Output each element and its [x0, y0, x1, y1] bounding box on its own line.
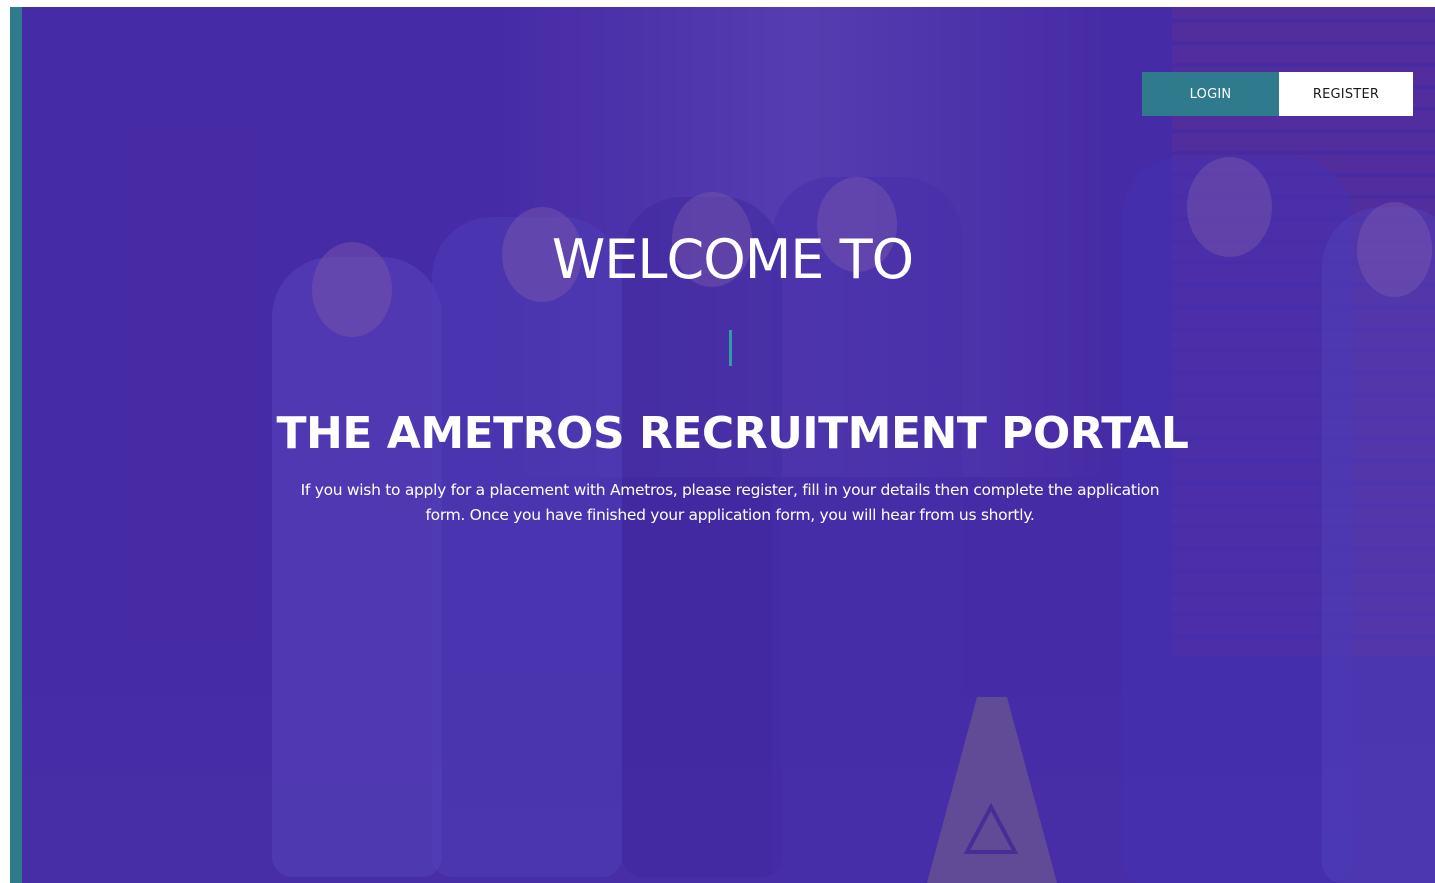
decorative-divider [729, 330, 732, 366]
page: LOGIN REGISTER WELCOME TO THE AMETROS RE… [0, 0, 1435, 883]
login-button[interactable]: LOGIN [1142, 72, 1279, 116]
page-title: THE AMETROS RECRUITMENT PORTAL [276, 408, 1189, 459]
register-button[interactable]: REGISTER [1279, 72, 1413, 116]
welcome-heading: WELCOME TO [551, 228, 914, 291]
intro-description: If you wish to apply for a placement wit… [300, 481, 1160, 524]
